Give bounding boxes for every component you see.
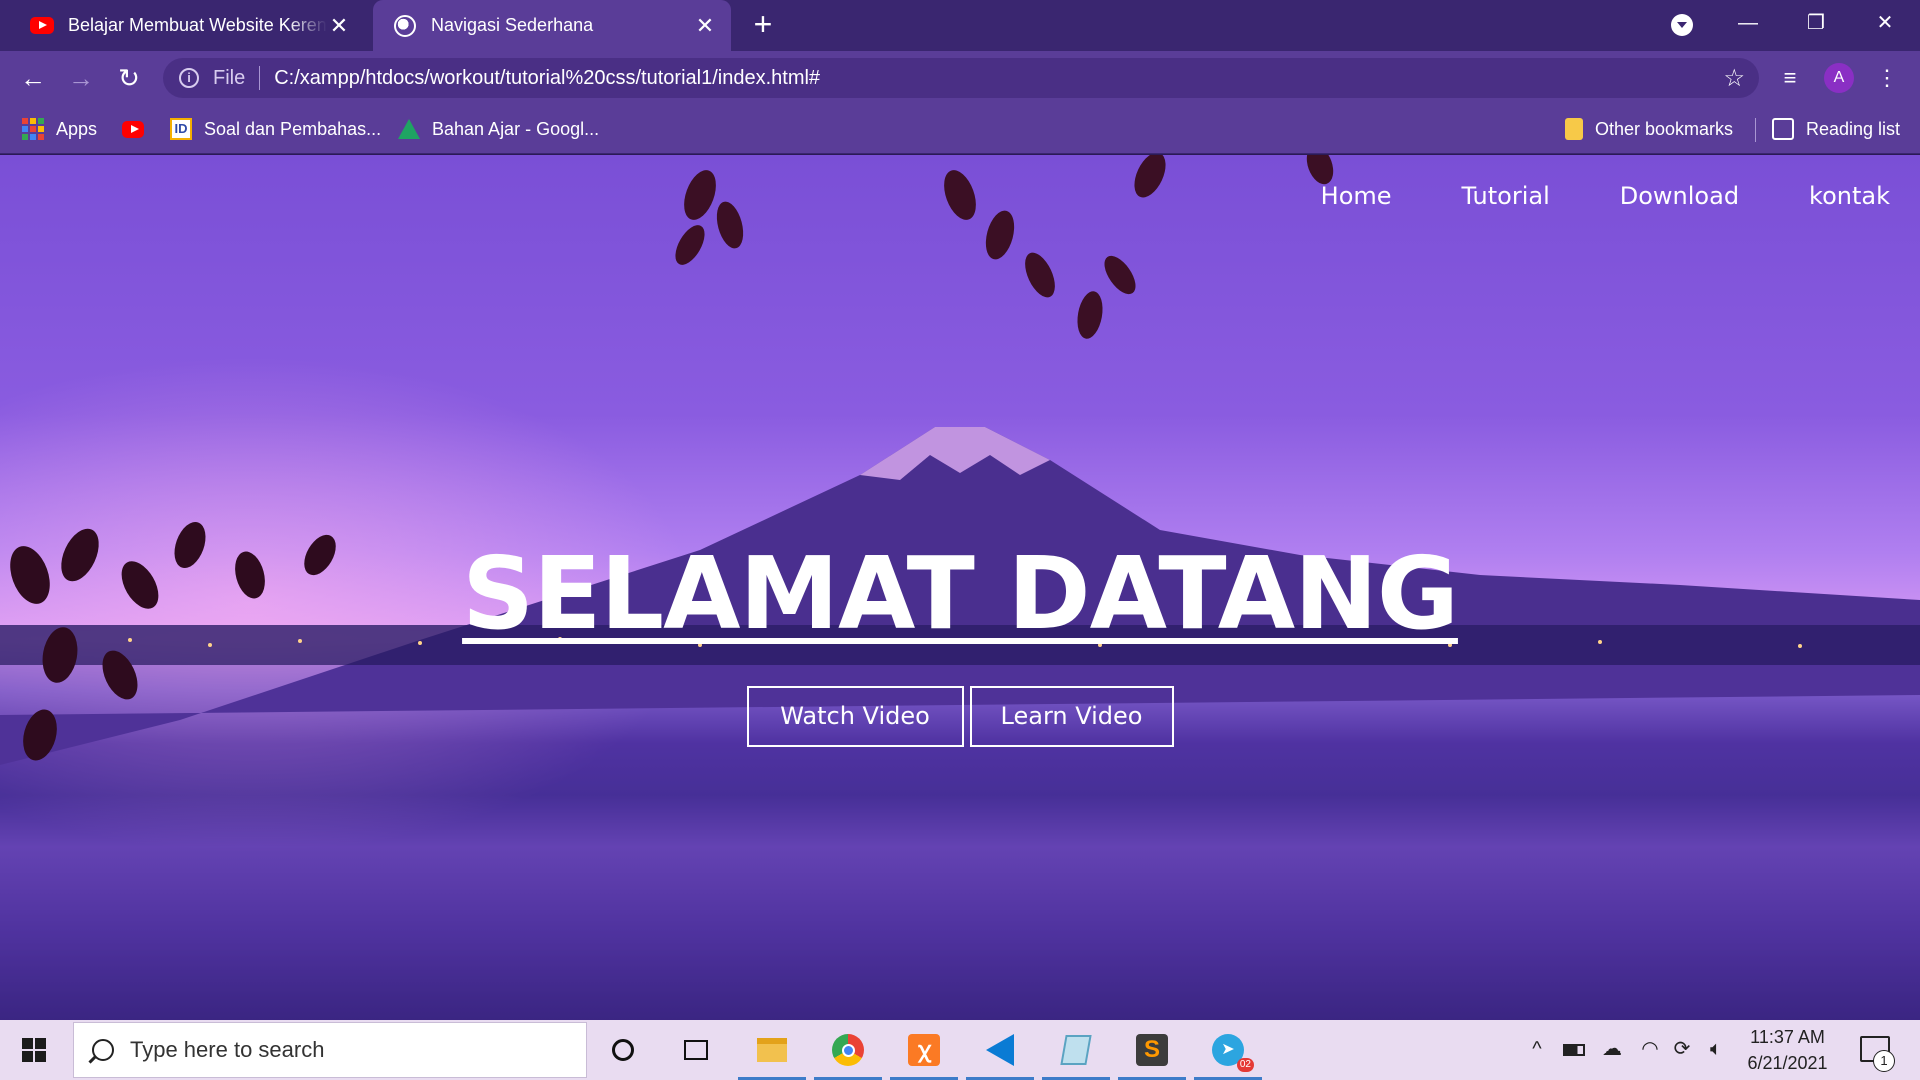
scheme-label: File (213, 66, 246, 89)
divider (259, 66, 261, 90)
sublime-text-icon[interactable]: S (1114, 1020, 1190, 1080)
info-icon[interactable]: i (179, 68, 199, 88)
url-text[interactable]: C:/xampp/htdocs/workout/tutorial%20css/t… (274, 67, 820, 90)
search-placeholder: Type here to search (130, 1037, 325, 1062)
bookmark-other[interactable]: Other bookmarks (1565, 116, 1733, 142)
show-hidden-icons-icon[interactable]: ^ (1525, 1034, 1549, 1064)
close-tab-icon[interactable]: ✕ (693, 13, 717, 38)
battery-icon[interactable] (1560, 1034, 1588, 1064)
close-window-icon[interactable]: ✕ (1870, 8, 1900, 38)
tab-youtube[interactable]: Belajar Membuat Website Keren dengan ✕ (0, 0, 365, 51)
nav-link-download[interactable]: Download (1620, 182, 1739, 210)
nav-link-home[interactable]: Home (1321, 182, 1392, 210)
google-drive-icon (398, 119, 420, 139)
clock-time: 11:37 AM (1750, 1027, 1825, 1047)
bookmark-label: Soal dan Pembahas... (204, 118, 382, 139)
bookmark-star-icon[interactable]: ☆ (1723, 64, 1745, 93)
bookmark-label: Apps (56, 118, 98, 139)
taskbar-search[interactable]: Type here to search (73, 1022, 587, 1078)
youtube-icon (30, 14, 54, 38)
media-controls-icon[interactable]: ≡ (1775, 63, 1805, 93)
bookmark-label: Bahan Ajar - Googl... (432, 118, 600, 139)
bookmark-soal[interactable]: ID Soal dan Pembahas... (170, 116, 381, 142)
watch-video-button[interactable]: Watch Video (746, 686, 964, 747)
system-clock[interactable]: 11:37 AM 6/21/2021 (1735, 1024, 1840, 1076)
bookmark-label: Other bookmarks (1595, 118, 1734, 139)
hero-heading-wrap: SELAMAT DATANG (0, 535, 1920, 652)
cortana-icon[interactable] (585, 1020, 661, 1080)
nav-link-kontak[interactable]: kontak (1809, 182, 1890, 210)
reload-button[interactable]: ↻ (114, 63, 144, 93)
close-tab-icon[interactable]: ✕ (327, 13, 351, 38)
forward-button[interactable]: → (66, 63, 96, 93)
address-bar[interactable]: i File C:/xampp/htdocs/workout/tutorial%… (163, 58, 1759, 98)
browser-toolbar: ← → ↻ i File C:/xampp/htdocs/workout/tut… (0, 51, 1920, 104)
folder-icon (1565, 118, 1583, 140)
xampp-icon[interactable]: ꭓ (886, 1020, 962, 1080)
tab-title: Belajar Membuat Website Keren dengan (68, 15, 327, 35)
volume-icon[interactable]: 🔈︎ (1702, 1034, 1730, 1064)
file-explorer-icon[interactable] (734, 1020, 810, 1080)
profile-avatar[interactable]: A (1824, 63, 1854, 93)
id-icon: ID (170, 118, 192, 140)
bookmark-reading-list[interactable]: Reading list (1772, 116, 1900, 142)
chrome-icon[interactable] (810, 1020, 886, 1080)
minimize-icon[interactable]: — (1733, 8, 1763, 38)
learn-video-button[interactable]: Learn Video (969, 686, 1174, 747)
notification-count: 1 (1873, 1050, 1895, 1072)
tab-strip: Belajar Membuat Website Keren dengan ✕ N… (0, 0, 1920, 51)
tab-title: Navigasi Sederhana (431, 15, 594, 35)
task-view-icon[interactable] (658, 1020, 734, 1080)
onedrive-icon[interactable]: ☁ (1598, 1034, 1626, 1064)
clock-date: 6/21/2021 (1747, 1053, 1828, 1073)
tab-search-icon[interactable] (1671, 14, 1693, 36)
tab-navigasi[interactable]: Navigasi Sederhana ✕ (373, 0, 731, 51)
bookmark-youtube[interactable] (122, 116, 156, 142)
telegram-badge: 02 (1236, 1058, 1254, 1072)
back-button[interactable]: ← (18, 63, 48, 93)
youtube-icon (122, 118, 144, 140)
bookmark-label: Reading list (1806, 118, 1901, 139)
bookmark-bahan-ajar[interactable]: Bahan Ajar - Googl... (398, 116, 599, 142)
windows-taskbar: Type here to search ꭓ S ➤ 02 ^ ☁ ◠ ⟳ 🔈︎ … (0, 1020, 1920, 1080)
restore-icon[interactable]: ❐ (1801, 8, 1831, 38)
telegram-icon[interactable]: ➤ 02 (1190, 1020, 1266, 1080)
new-tab-button[interactable]: + (748, 8, 778, 40)
search-icon (92, 1039, 114, 1061)
tree-branches-top (675, 155, 1334, 339)
hero-heading: SELAMAT DATANG (462, 535, 1459, 652)
wifi-icon[interactable]: ◠ (1636, 1034, 1664, 1064)
notepad-icon[interactable] (1038, 1020, 1114, 1080)
menu-icon[interactable]: ⋮ (1872, 63, 1902, 93)
reading-list-icon (1772, 118, 1794, 140)
nav-link-tutorial[interactable]: Tutorial (1462, 182, 1550, 210)
windows-start-icon[interactable] (22, 1038, 46, 1062)
update-icon[interactable]: ⟳ (1668, 1034, 1696, 1064)
page-viewport: Home Tutorial Download kontak SELAMAT DA… (0, 155, 1920, 1020)
bookmark-apps[interactable]: Apps (22, 116, 97, 142)
globe-icon (393, 14, 417, 38)
hero-buttons: Watch Video Learn Video (0, 686, 1920, 747)
vscode-icon[interactable] (962, 1020, 1038, 1080)
divider (1755, 118, 1756, 142)
apps-grid-icon (22, 118, 44, 140)
bookmarks-bar: Apps ID Soal dan Pembahas... Bahan Ajar … (0, 104, 1920, 154)
site-navigation: Home Tutorial Download kontak (1321, 182, 1890, 210)
